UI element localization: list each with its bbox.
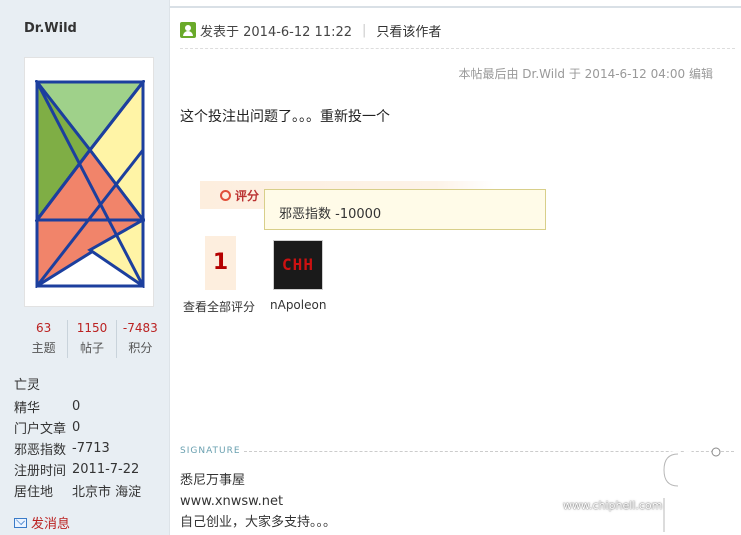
author-sidebar: Dr.Wild 63 主题 1150 帖子 -7483 积分 亡灵 精华 0 门… — [0, 0, 170, 535]
stat-label: 积分 — [128, 341, 153, 355]
rater-avatar[interactable]: CHH — [273, 240, 323, 290]
post-content: 这个投注出问题了。。。重新投一个 — [180, 109, 390, 125]
rating-count: 1 — [205, 236, 236, 290]
online-status-icon — [180, 22, 196, 38]
send-message-link[interactable]: 发消息 — [14, 513, 70, 532]
rating-circle-icon — [220, 190, 231, 201]
chiphell-logo-watermark — [660, 442, 741, 535]
profile-row: 注册时间 2011-7-22 — [14, 459, 141, 480]
avatar-image — [35, 80, 145, 288]
view-all-ratings-link[interactable]: 查看全部评分 — [183, 298, 255, 315]
signature-line[interactable]: www.xnwsw.net — [180, 491, 336, 512]
stat-value: -7483 — [122, 321, 158, 335]
profile-key: 居住地 — [14, 485, 54, 500]
rater-name-link[interactable]: nApoleon — [270, 298, 326, 312]
post-header: 发表于 2014-6-12 11:22 | 只看该作者 — [180, 21, 441, 40]
watermark-url: www.chiphell.com — [563, 499, 663, 512]
profile-row: 居住地 北京市 海淀 — [14, 480, 141, 501]
profile-key: 邪恶指数 — [14, 443, 67, 458]
profile-value: -7713 — [72, 441, 110, 456]
profile-value: 0 — [72, 399, 81, 414]
signature-line: 自己创业，大家多支持。。。 — [180, 515, 337, 530]
stat-value: 1150 — [76, 321, 108, 335]
author-username[interactable]: Dr.Wild — [24, 21, 77, 36]
stat-label: 主题 — [31, 341, 56, 355]
signature-label: SIGNATURE — [180, 446, 241, 456]
profile-value: 北京市 海淀 — [72, 485, 142, 500]
post-timestamp: 发表于 2014-6-12 11:22 — [200, 24, 353, 40]
stat-credits[interactable]: -7483 积分 — [117, 320, 164, 358]
author-only-link[interactable]: 只看该作者 — [376, 21, 441, 40]
signature-line: 悉尼万事屋 — [180, 473, 246, 488]
header-divider — [180, 48, 735, 49]
rating-tooltip: 邪恶指数 -10000 — [264, 189, 546, 230]
envelope-icon — [14, 517, 27, 528]
profile-row: 精华 0 — [14, 396, 141, 417]
profile-value: 2011-7-22 — [72, 462, 140, 477]
stat-value: 63 — [36, 321, 52, 335]
profile-key: 门户文章 — [14, 422, 67, 437]
stat-posts[interactable]: 1150 帖子 — [68, 320, 117, 358]
rating-title: 评分 — [220, 187, 259, 204]
stat-label: 帖子 — [79, 341, 104, 355]
rating-title-label: 评分 — [235, 189, 260, 203]
author-rank: 亡灵 — [14, 378, 41, 393]
rater-avatar-text: CHH — [282, 255, 314, 274]
author-profile: 精华 0 门户文章 0 邪恶指数 -7713 注册时间 2011-7-22 居住… — [14, 396, 141, 501]
last-edited-note: 本帖最后由 Dr.Wild 于 2014-6-12 04:00 编辑 — [458, 67, 713, 81]
author-stats: 63 主题 1150 帖子 -7483 积分 — [20, 320, 164, 358]
profile-key: 注册时间 — [14, 464, 67, 479]
author-avatar[interactable] — [24, 57, 154, 307]
profile-row: 门户文章 0 — [14, 417, 141, 438]
profile-key: 精华 — [14, 401, 41, 416]
profile-row: 邪恶指数 -7713 — [14, 438, 141, 459]
send-message-label: 发消息 — [31, 517, 71, 532]
header-separator: | — [362, 22, 367, 38]
stat-topics[interactable]: 63 主题 — [20, 320, 69, 358]
signature-block: 悉尼万事屋 www.xnwsw.net 自己创业，大家多支持。。。 — [180, 470, 336, 533]
profile-value: 0 — [72, 420, 81, 435]
